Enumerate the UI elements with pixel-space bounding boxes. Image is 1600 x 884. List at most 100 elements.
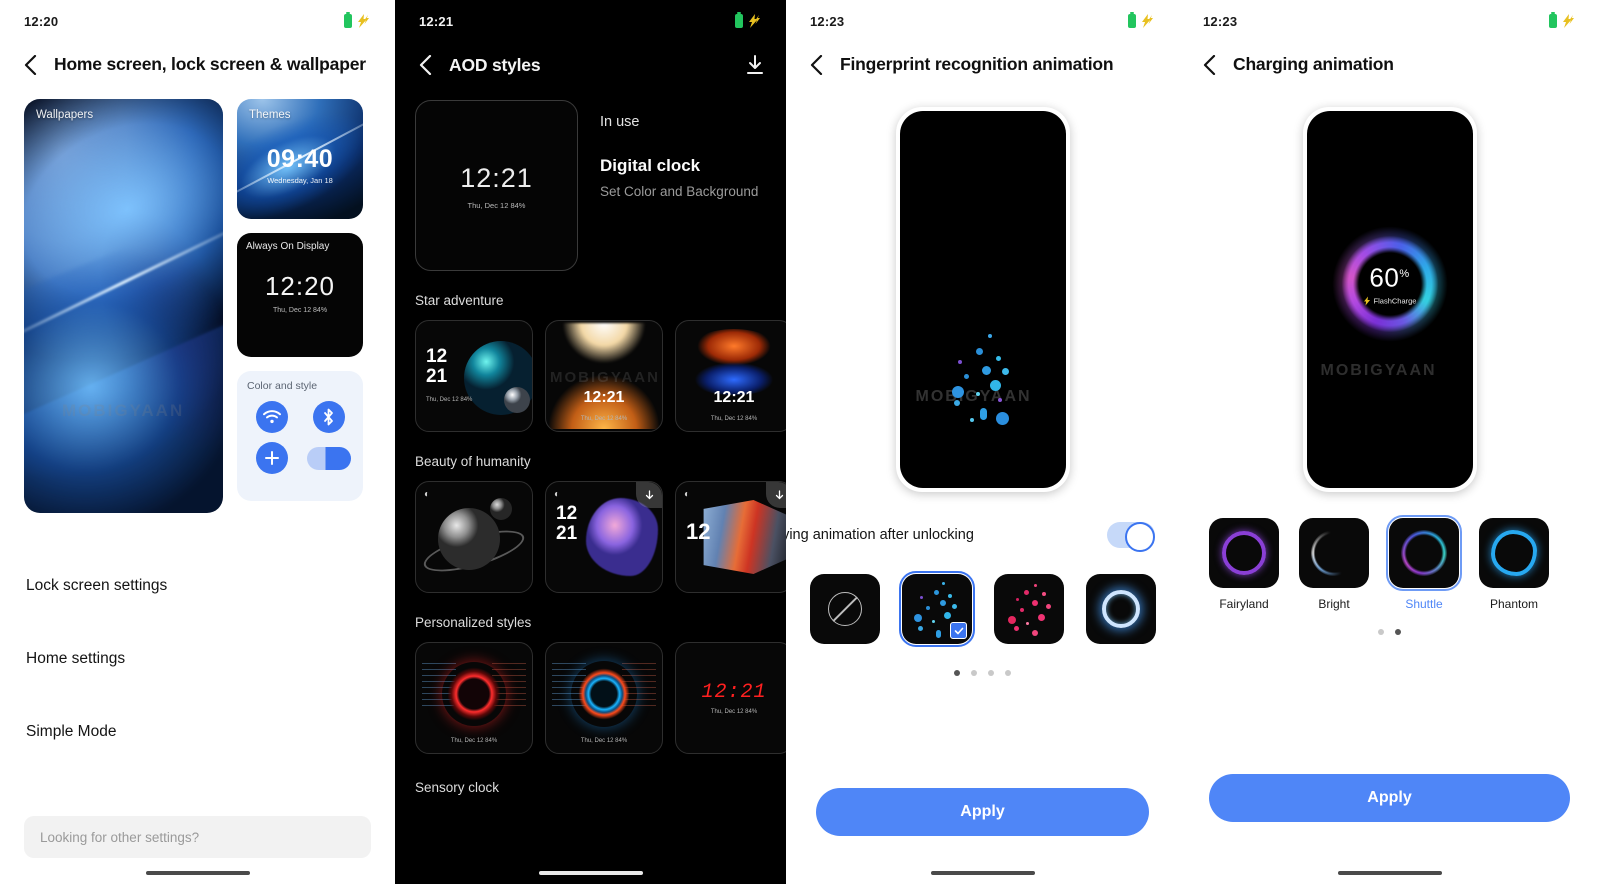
- playing-animation-label: aying animation after unlocking: [786, 527, 974, 543]
- chevron-left-icon[interactable]: [806, 54, 826, 75]
- option-red-dots[interactable]: [994, 574, 1064, 644]
- app-bar: AOD styles: [395, 42, 786, 86]
- aod-style-thumb[interactable]: ◐ 12: [675, 481, 786, 593]
- screenshot-root: 12:20 Home screen, lock screen & wallpap…: [0, 0, 1600, 884]
- plus-icon[interactable]: [255, 442, 288, 474]
- status-bar: 12:23: [786, 0, 1179, 42]
- page-title: Charging animation: [1233, 54, 1394, 74]
- page-dot[interactable]: [1378, 629, 1384, 635]
- download-icon[interactable]: [744, 54, 766, 76]
- option-no-animation[interactable]: [810, 574, 880, 644]
- chevron-left-icon[interactable]: [1199, 54, 1219, 75]
- pagination-dots[interactable]: [1179, 629, 1600, 635]
- bright-ring-art: [1311, 530, 1357, 576]
- flashcharge-label: FlashCharge: [1373, 296, 1417, 306]
- home-indicator: [930, 871, 1035, 875]
- thumb-date: Thu, Dec 12 84%: [426, 397, 473, 403]
- themes-card-label: Themes: [249, 109, 291, 121]
- bluetooth-icon[interactable]: [312, 401, 345, 433]
- copyright-icon: ◐: [424, 489, 431, 500]
- page-dot[interactable]: [1395, 629, 1401, 635]
- option-blue-dots[interactable]: [899, 571, 975, 647]
- apply-button[interactable]: Apply: [816, 788, 1149, 836]
- option-thumb: [1479, 518, 1549, 588]
- lightning-icon: [1142, 14, 1153, 28]
- shuttle-ring-art: [1401, 530, 1447, 576]
- home-indicator: [145, 871, 250, 875]
- page-dot[interactable]: [971, 670, 977, 676]
- download-icon[interactable]: [636, 482, 662, 508]
- color-and-style-card[interactable]: Color and style: [237, 371, 363, 501]
- status-time: 12:23: [1203, 13, 1238, 29]
- in-use-preview[interactable]: 12:21 Thu, Dec 12 84%: [415, 100, 578, 271]
- chevron-left-icon[interactable]: [20, 54, 40, 75]
- toggle-switch[interactable]: [306, 446, 351, 470]
- thumb-time: 12 21: [426, 346, 448, 387]
- themes-time: 09:40: [266, 145, 334, 173]
- aod-style-thumb[interactable]: Thu, Dec 12 84%: [545, 642, 663, 754]
- aod-style-thumb[interactable]: ◐: [415, 481, 533, 593]
- option-thumb: [1086, 574, 1156, 644]
- settings-list: Lock screen settings Home settings Simpl…: [0, 549, 395, 768]
- phantom-ring-art: [1491, 530, 1537, 576]
- aod-style-thumb[interactable]: ◐ 12 21: [545, 481, 663, 593]
- panel-fingerprint-animation: 12:23 Fingerprint recognition animation …: [786, 0, 1179, 884]
- sidebar-item-lock-screen-settings[interactable]: Lock screen settings: [26, 549, 395, 622]
- fingerprint-dots-animation: [940, 334, 1026, 430]
- aod-time: 12:20: [264, 271, 336, 301]
- download-icon[interactable]: [766, 482, 786, 508]
- aod-style-thumb[interactable]: 12 21 Thu, Dec 12 84%: [415, 320, 533, 432]
- option-phantom[interactable]: Phantom: [1479, 518, 1549, 611]
- option-shuttle[interactable]: Shuttle: [1386, 515, 1462, 611]
- status-bar: 12:20: [0, 0, 395, 42]
- in-use-row: 12:21 Thu, Dec 12 84% In use Digital clo…: [395, 86, 786, 271]
- wallpapers-card[interactable]: Wallpapers MOBIGYAAN: [24, 99, 223, 513]
- status-icons: [1128, 12, 1155, 28]
- status-time: 12:20: [24, 13, 59, 29]
- option-thumb: [1299, 518, 1369, 588]
- page-dot[interactable]: [954, 670, 960, 676]
- apply-button[interactable]: Apply: [1209, 774, 1570, 822]
- always-on-display-card[interactable]: Always On Display 12:20 Thu, Dec 12 84%: [237, 233, 363, 357]
- option-fairyland[interactable]: Fairyland: [1209, 518, 1279, 611]
- status-bar: 12:21: [395, 0, 786, 42]
- aod-style-thumb[interactable]: 12:21 Thu, Dec 12 84% MOBIGYAAN: [545, 320, 663, 432]
- planet-icon: [438, 508, 500, 570]
- option-ring[interactable]: [1086, 574, 1156, 644]
- aod-style-thumb[interactable]: 12:21 Thu, Dec 12 84%: [675, 642, 786, 754]
- status-time: 12:21: [419, 13, 454, 29]
- thumb-date: Thu, Dec 12 84%: [580, 738, 628, 744]
- page-dot[interactable]: [988, 670, 994, 676]
- page-dot[interactable]: [1005, 670, 1011, 676]
- option-label: Bright: [1318, 597, 1350, 611]
- home-indicator: [1337, 871, 1442, 875]
- playing-animation-switch[interactable]: [1107, 522, 1155, 552]
- eclipse-top-art: [556, 323, 652, 363]
- thumb-time: 12:21: [583, 389, 625, 406]
- aod-date: Thu, Dec 12 84%: [272, 307, 328, 314]
- thumb-row-star-adventure: 12 21 Thu, Dec 12 84% 12:21 Thu, Dec 12 …: [395, 308, 786, 432]
- option-bright[interactable]: Bright: [1299, 518, 1369, 611]
- battery-icon: [1128, 12, 1136, 28]
- aod-style-thumb[interactable]: Thu, Dec 12 84%: [415, 642, 533, 754]
- preview-phone: MOBIGYAAN: [895, 107, 1070, 492]
- search-input[interactable]: Looking for other settings?: [24, 816, 371, 858]
- sidebar-item-home-settings[interactable]: Home settings: [26, 622, 395, 695]
- charging-percent: 60%: [1369, 262, 1410, 293]
- aod-style-thumb[interactable]: 12:21 Thu, Dec 12 84%: [675, 320, 786, 432]
- copyright-icon: ◐: [684, 489, 691, 500]
- option-label: Fairyland: [1219, 597, 1269, 611]
- flashcharge-row: FlashCharge: [1363, 296, 1417, 306]
- themes-card[interactable]: Themes 09:40 Wednesday, Jan 18: [237, 99, 363, 219]
- page-title: Fingerprint recognition animation: [840, 54, 1114, 74]
- section-title-personalized-styles: Personalized styles: [415, 615, 532, 630]
- battery-icon: [1549, 12, 1557, 28]
- pagination-dots[interactable]: [786, 670, 1179, 676]
- wifi-icon[interactable]: [255, 401, 288, 433]
- sidebar-item-simple-mode[interactable]: Simple Mode: [26, 695, 395, 768]
- battery-icon: [735, 12, 743, 28]
- thumb-date: Thu, Dec 12 84%: [580, 416, 628, 422]
- thumb-date: Thu, Dec 12 84%: [710, 709, 758, 715]
- chevron-left-icon[interactable]: [415, 55, 435, 75]
- set-color-and-background-link[interactable]: Set Color and Background: [600, 184, 758, 199]
